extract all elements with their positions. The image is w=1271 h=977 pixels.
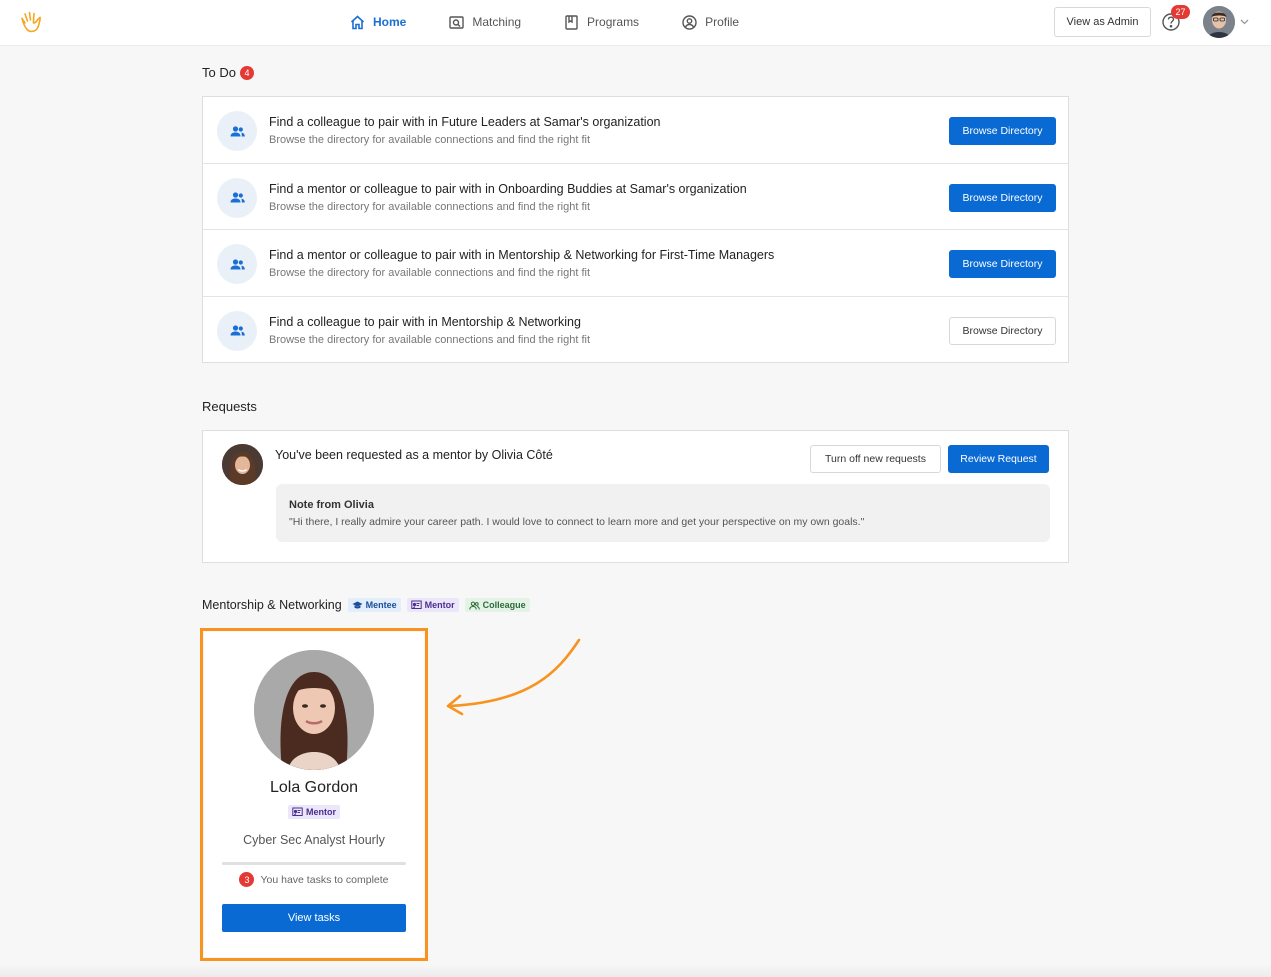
browse-directory-button[interactable]: Browse Directory <box>949 183 1056 212</box>
todo-item-title: Find a mentor or colleague to pair with … <box>269 181 747 196</box>
todo-item-title: Find a colleague to pair with in Future … <box>269 115 661 129</box>
todo-item: Find a mentor or colleague to pair with … <box>203 164 1068 230</box>
requester-avatar-image <box>222 444 263 485</box>
people-icon <box>230 125 245 136</box>
top-navigation-bar: Home Matching Programs Profile View as A… <box>0 0 1271 46</box>
mentor-request-card: You've been requested as a mentor by Oli… <box>202 430 1069 563</box>
main-navigation: Home Matching Programs Profile <box>349 0 781 44</box>
todo-heading: To Do 4 <box>202 65 254 80</box>
nav-matching-label: Matching <box>472 15 522 29</box>
todo-item-subtitle: Browse the directory for available conne… <box>269 134 591 146</box>
mentee-tag: Mentee <box>347 598 401 612</box>
browse-directory-button[interactable]: Browse Directory <box>949 250 1056 278</box>
presentation-icon <box>410 600 422 609</box>
waving-hand-logo-icon[interactable] <box>18 9 44 35</box>
people-icon-wrap <box>217 177 257 218</box>
book-icon <box>565 14 578 30</box>
turn-off-requests-button[interactable]: Turn off new requests <box>810 445 941 473</box>
highlight-box <box>200 628 428 961</box>
nav-home[interactable]: Home <box>349 14 406 31</box>
requests-heading: Requests <box>202 399 257 414</box>
view-as-admin-button[interactable]: View as Admin <box>1054 7 1151 37</box>
nav-profile-label: Profile <box>705 15 740 29</box>
graduation-cap-icon <box>352 601 363 608</box>
page-bottom-edge <box>0 964 1271 977</box>
requester-avatar <box>222 444 263 485</box>
matching-icon <box>449 15 465 29</box>
users-icon <box>468 601 480 610</box>
nav-programs-label: Programs <box>587 15 640 29</box>
nav-profile[interactable]: Profile <box>681 14 739 31</box>
chevron-down-icon[interactable] <box>1239 16 1250 27</box>
browse-directory-button[interactable]: Browse Directory <box>949 316 1056 345</box>
note-text: "Hi there, I really admire your career p… <box>289 516 865 528</box>
user-circle-icon <box>682 14 697 30</box>
todo-item-subtitle: Browse the directory for available conne… <box>269 333 591 346</box>
todo-item-title: Find a mentor or colleague to pair with … <box>269 248 775 262</box>
request-note: Note from Olivia "Hi there, I really adm… <box>276 484 1050 542</box>
mentor-tag: Mentor <box>406 598 459 612</box>
home-icon <box>350 14 365 29</box>
user-avatar-image <box>1203 6 1235 38</box>
todo-item-subtitle: Browse the directory for available conne… <box>269 267 591 279</box>
note-title: Note from Olivia <box>289 499 374 511</box>
people-icon-wrap <box>217 111 257 151</box>
todo-item-subtitle: Browse the directory for available conne… <box>269 200 591 213</box>
program-title: Mentorship & Networking <box>202 598 342 612</box>
todo-item: Find a colleague to pair with in Future … <box>203 97 1068 164</box>
nav-programs[interactable]: Programs <box>563 14 639 31</box>
todo-item-title: Find a colleague to pair with in Mentors… <box>269 314 581 329</box>
todo-count-badge: 4 <box>239 65 254 80</box>
people-icon <box>230 325 245 336</box>
review-request-button[interactable]: Review Request <box>948 445 1049 473</box>
people-icon <box>230 192 245 203</box>
people-icon-wrap <box>217 244 257 284</box>
people-icon-wrap <box>217 310 257 351</box>
arrow-annotation-icon <box>446 638 581 716</box>
nav-matching[interactable]: Matching <box>448 14 521 31</box>
program-heading: Mentorship & Networking Mentee Mentor Co… <box>202 598 530 612</box>
todo-item: Find a mentor or colleague to pair with … <box>203 230 1068 297</box>
browse-directory-button[interactable]: Browse Directory <box>949 117 1056 145</box>
user-avatar[interactable] <box>1203 6 1235 38</box>
mentor-tag-label: Mentor <box>424 600 455 610</box>
requests-title: Requests <box>202 399 257 414</box>
todo-list: Find a colleague to pair with in Future … <box>202 96 1069 363</box>
colleague-tag-label: Colleague <box>482 600 526 610</box>
colleague-tag: Colleague <box>464 598 530 612</box>
mentee-tag-label: Mentee <box>365 600 397 610</box>
notification-count-badge: 27 <box>1171 5 1190 19</box>
todo-title: To Do <box>202 65 236 80</box>
todo-item: Find a colleague to pair with in Mentors… <box>203 297 1068 364</box>
request-text: You've been requested as a mentor by Oli… <box>275 448 553 462</box>
people-icon <box>230 258 245 269</box>
nav-home-label: Home <box>373 15 407 29</box>
